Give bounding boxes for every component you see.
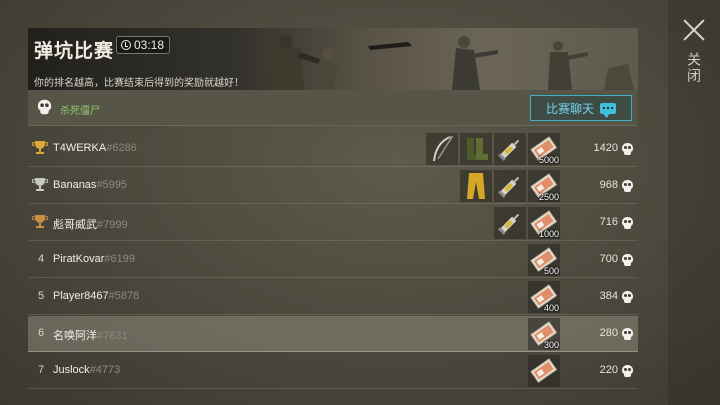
event-title: 弹坑比赛 bbox=[34, 41, 115, 62]
syringe-icon[interactable] bbox=[494, 133, 526, 165]
skull-icon bbox=[622, 328, 633, 340]
skull-icon bbox=[622, 143, 633, 155]
player-tag: #4773 bbox=[89, 364, 121, 376]
chat-bubble-icon bbox=[600, 102, 616, 118]
reward-items: 2500 bbox=[460, 170, 560, 202]
boots-icon[interactable] bbox=[460, 133, 492, 165]
leaderboard-row[interactable]: 6 名唤阿洋#7631 300 280 bbox=[28, 316, 638, 352]
player-name[interactable]: T4WERKA#6286 bbox=[53, 142, 137, 154]
leaderboard-row[interactable]: 彪哥威武#7999 1000 716 bbox=[28, 205, 638, 241]
player-name[interactable]: Player8467#5878 bbox=[53, 290, 139, 302]
coupon-icon[interactable]: 300 bbox=[528, 318, 560, 350]
player-name-text: Player8467 bbox=[53, 290, 109, 302]
silver-trophy-icon bbox=[32, 178, 48, 193]
kill-score: 384 bbox=[599, 290, 618, 302]
player-name-text: Bananas bbox=[53, 179, 97, 191]
chat-button-label: 比赛聊天 bbox=[545, 101, 594, 116]
coupon-icon[interactable] bbox=[528, 355, 560, 387]
player-name-text: 彪哥威武 bbox=[53, 219, 97, 231]
player-tag: #6286 bbox=[106, 142, 137, 154]
reward-items: 5000 bbox=[426, 133, 560, 165]
coupon-icon[interactable]: 500 bbox=[528, 244, 560, 276]
reward-items bbox=[528, 355, 560, 387]
rank-number: 4 bbox=[37, 253, 45, 265]
kill-score: 280 bbox=[599, 327, 618, 339]
reward-items: 500 bbox=[528, 244, 560, 276]
player-name-text: T4WERKA bbox=[53, 142, 107, 154]
kill-score: 716 bbox=[599, 216, 618, 228]
leaderboard-row[interactable]: 5 Player8467#5878 400 384 bbox=[28, 279, 638, 315]
tournament-chat-button[interactable]: 比赛聊天 bbox=[530, 95, 632, 121]
close-label[interactable]: 关闭 bbox=[684, 52, 704, 84]
leaderboard-row[interactable]: T4WERKA#6286 5000 1420 bbox=[28, 131, 638, 167]
player-tag: #5995 bbox=[96, 179, 128, 191]
filter-bar: 杀死僵尸 比赛聊天 bbox=[28, 90, 638, 126]
coupon-icon[interactable]: 2500 bbox=[528, 170, 560, 202]
player-name[interactable]: 彪哥威武#7999 bbox=[53, 216, 128, 232]
kill-score: 968 bbox=[599, 179, 618, 191]
player-name-text: PiratKovar bbox=[53, 253, 105, 265]
gold-trophy-icon bbox=[32, 141, 48, 156]
player-tag: #7999 bbox=[97, 219, 128, 231]
reward-quantity: 2500 bbox=[538, 192, 559, 202]
leaderboard-row[interactable]: Bananas#5995 2500 968 bbox=[28, 168, 638, 204]
coupon-icon[interactable]: 1000 bbox=[528, 207, 560, 239]
coupon-icon[interactable]: 400 bbox=[528, 281, 560, 313]
rank-number: 5 bbox=[37, 290, 45, 302]
rank-number: 6 bbox=[37, 327, 45, 339]
kill-score: 700 bbox=[599, 253, 618, 265]
player-name[interactable]: Bananas#5995 bbox=[53, 179, 127, 191]
skull-icon bbox=[622, 291, 633, 303]
skull-icon bbox=[622, 254, 633, 266]
skull-icon bbox=[622, 180, 633, 192]
rank-number: 7 bbox=[37, 364, 45, 376]
syringe-icon[interactable] bbox=[494, 170, 526, 202]
leaderboard-row[interactable]: 4 PiratKovar#6199 500 700 bbox=[28, 242, 638, 278]
skull-icon bbox=[622, 217, 633, 229]
kill-zombies-label: 杀死僵尸 bbox=[60, 106, 100, 117]
player-tag: #7631 bbox=[97, 330, 128, 342]
player-name[interactable]: PiratKovar#6199 bbox=[53, 253, 135, 265]
scythe-icon[interactable] bbox=[426, 133, 458, 165]
event-subtitle: 你的排名越高，比赛结束后得到的奖励就越好！ bbox=[34, 78, 244, 89]
player-tag: #6199 bbox=[104, 253, 135, 265]
reward-quantity: 1000 bbox=[538, 229, 559, 239]
pants-icon[interactable] bbox=[460, 170, 492, 202]
reward-quantity: 500 bbox=[543, 266, 559, 276]
event-timer: 03:18 bbox=[116, 36, 171, 54]
player-name[interactable]: Juslock#4773 bbox=[53, 364, 120, 376]
bronze-trophy-icon bbox=[32, 215, 48, 230]
player-tag: #5878 bbox=[108, 290, 140, 302]
player-name-text: Juslock bbox=[53, 364, 90, 376]
timer-value: 03:18 bbox=[134, 38, 165, 52]
reward-quantity: 300 bbox=[543, 340, 559, 350]
reward-quantity: 5000 bbox=[538, 155, 559, 165]
reward-items: 300 bbox=[528, 318, 560, 350]
coupon-icon[interactable]: 5000 bbox=[528, 133, 560, 165]
player-name[interactable]: 名唤阿洋#7631 bbox=[53, 327, 128, 343]
reward-items: 400 bbox=[528, 281, 560, 313]
event-banner: 弹坑比赛 03:18 你的排名越高，比赛结束后得到的奖励就越好！ bbox=[28, 28, 638, 90]
syringe-icon[interactable] bbox=[494, 207, 526, 239]
leaderboard-row[interactable]: 7 Juslock#4773 220 bbox=[28, 353, 638, 389]
reward-quantity: 400 bbox=[543, 303, 559, 313]
kill-score: 220 bbox=[599, 364, 618, 376]
clock-icon bbox=[121, 40, 131, 50]
skull-icon bbox=[622, 365, 633, 377]
close-icon[interactable] bbox=[682, 18, 706, 42]
kill-score: 1420 bbox=[593, 142, 618, 154]
reward-items: 1000 bbox=[494, 207, 560, 239]
player-name-text: 名唤阿洋 bbox=[53, 330, 97, 342]
skull-icon bbox=[37, 99, 52, 115]
